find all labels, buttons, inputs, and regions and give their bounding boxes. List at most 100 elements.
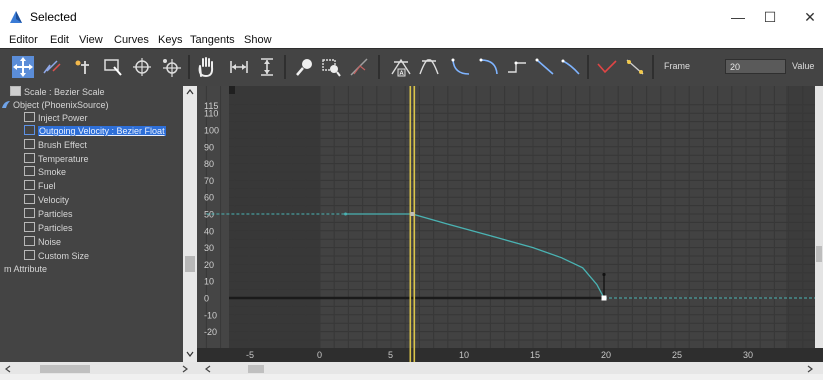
- x-tick-label: 25: [672, 350, 682, 360]
- track-icon: [24, 250, 35, 260]
- menu-bar: Editor Edit View Curves Keys Tangents Sh…: [0, 33, 823, 48]
- menu-editor[interactable]: Editor: [9, 34, 38, 46]
- maximize-button[interactable]: ☐: [750, 4, 790, 30]
- zoom-value-extents-icon[interactable]: [256, 56, 278, 78]
- slow-tangent-icon[interactable]: [478, 56, 500, 78]
- value-label: Value: [792, 61, 815, 71]
- tree-item-particles[interactable]: Particles: [24, 208, 73, 221]
- controller-tree: Scale : Bezier Scale Object (PhoenixSour…: [0, 86, 183, 362]
- step-tangent-icon[interactable]: [506, 56, 528, 78]
- insert-keys-icon[interactable]: [72, 56, 94, 78]
- auto-tangent-icon[interactable]: A: [390, 56, 412, 78]
- frame-input[interactable]: 20: [725, 59, 786, 74]
- scroll-up-icon[interactable]: [186, 89, 194, 95]
- window-title: Selected: [30, 10, 77, 24]
- active-range-region: [320, 86, 786, 348]
- tree-item-brush-effect[interactable]: Brush Effect: [24, 139, 87, 152]
- track-icon: [24, 166, 35, 176]
- x-tick-label: 30: [743, 350, 753, 360]
- x-tick-label: -5: [246, 350, 254, 360]
- menu-edit[interactable]: Edit: [50, 34, 69, 46]
- close-button[interactable]: ✕: [790, 4, 823, 30]
- x-tick-label: 5: [388, 350, 393, 360]
- menu-tangents[interactable]: Tangents: [190, 34, 235, 46]
- spline-tangent-icon[interactable]: [418, 56, 440, 78]
- frame-ruler: [197, 348, 823, 362]
- y-tick-label: 60: [204, 193, 214, 203]
- horizontal-scrollbar[interactable]: [0, 362, 823, 374]
- menu-view[interactable]: View: [79, 34, 103, 46]
- tree-scrollbar-thumb[interactable]: [40, 365, 90, 373]
- graph-vscroll-thumb[interactable]: [816, 246, 822, 262]
- key-marker[interactable]: [410, 212, 415, 216]
- tree-item-noise[interactable]: Noise: [24, 236, 61, 249]
- lock-tangents-icon[interactable]: [624, 56, 646, 78]
- scrollbar-thumb[interactable]: [185, 256, 195, 272]
- isolate-curve-icon[interactable]: [348, 56, 370, 78]
- curve-graph[interactable]: 115 110 100 90 80 70 60 50 40 30 20 10 0 -10 -20 -5 0 5 1…: [177, 86, 823, 362]
- y-tick-label: -10: [204, 310, 217, 320]
- graph-scroll-right-icon[interactable]: [807, 365, 813, 373]
- zoom-region-icon[interactable]: [320, 56, 342, 78]
- scale-track-icon: [10, 86, 21, 96]
- menu-curves[interactable]: Curves: [114, 34, 149, 46]
- track-icon: [24, 194, 35, 204]
- tree-item-outgoing-velocity[interactable]: Outgoing Velocity : Bezier Float: [24, 125, 166, 138]
- tree-item-attribute[interactable]: m Attribute: [4, 263, 47, 276]
- tree-item-temperature[interactable]: Temperature: [24, 153, 89, 166]
- y-tick-label: 90: [204, 142, 214, 152]
- graph-scrollbar-thumb[interactable]: [248, 365, 264, 373]
- navigation-marker: [229, 86, 235, 94]
- scroll-down-icon[interactable]: [186, 351, 194, 357]
- track-icon: [24, 112, 35, 122]
- app-icon: [10, 11, 22, 23]
- track-icon: [24, 236, 35, 246]
- scroll-left-icon[interactable]: [5, 365, 11, 373]
- track-icon: [24, 208, 35, 218]
- tree-scrollbar-graphic: [185, 89, 195, 357]
- frame-label: Frame: [664, 61, 691, 71]
- y-tick-label: 0: [204, 294, 209, 304]
- fast-tangent-icon[interactable]: [450, 56, 472, 78]
- title-bar: Selected — ☐ ✕: [0, 0, 823, 33]
- y-tick-label: 20: [204, 260, 214, 270]
- tree-vertical-scrollbar[interactable]: [183, 86, 197, 362]
- toolbar-separator: [587, 55, 589, 79]
- region-tool-icon[interactable]: [102, 56, 124, 78]
- scroll-right-icon[interactable]: [182, 365, 188, 373]
- graph-scroll-left-icon[interactable]: [205, 365, 211, 373]
- curve-graph-canvas[interactable]: 1151101009080706050403020100-10-20 -5 0 5 1…: [177, 86, 823, 362]
- menu-keys[interactable]: Keys: [158, 34, 182, 46]
- pan-icon[interactable]: [195, 56, 217, 78]
- retime-all-icon[interactable]: [160, 56, 182, 78]
- track-icon: [24, 180, 35, 190]
- y-tick-label: 30: [204, 243, 214, 253]
- toolbar-separator: [188, 55, 190, 79]
- y-tick-label: 100: [204, 126, 219, 136]
- object-icon: [2, 101, 10, 108]
- track-icon: [24, 222, 35, 232]
- tree-item-inject-power[interactable]: Inject Power: [24, 112, 88, 125]
- linear-tangent-icon[interactable]: [534, 56, 556, 78]
- show-tangents-icon[interactable]: [596, 56, 618, 78]
- y-tick-label: 80: [204, 159, 214, 169]
- tree-item-velocity[interactable]: Velocity: [24, 194, 69, 207]
- zoom-icon[interactable]: [294, 56, 316, 78]
- menu-show[interactable]: Show: [244, 34, 272, 46]
- tree-item-custom-size[interactable]: Custom Size: [24, 250, 89, 263]
- track-icon: [24, 125, 35, 135]
- draw-curves-icon[interactable]: [41, 56, 63, 78]
- tree-item-smoke[interactable]: Smoke: [24, 166, 66, 179]
- key-marker-selected[interactable]: [601, 295, 607, 301]
- horizontal-scrollbar-graphic: [5, 365, 813, 373]
- retime-tool-icon[interactable]: [131, 56, 153, 78]
- graph-vertical-scrollbar[interactable]: [815, 86, 823, 348]
- tree-item-particles-2[interactable]: Particles: [24, 222, 73, 235]
- smooth-tangent-icon[interactable]: [560, 56, 582, 78]
- move-keys-icon[interactable]: [12, 56, 34, 78]
- toolbar-separator: [652, 55, 654, 79]
- zoom-horizontal-extents-icon[interactable]: [228, 56, 250, 78]
- tree-item-fuel[interactable]: Fuel: [24, 180, 56, 193]
- tree-item-scale[interactable]: Scale : Bezier Scale: [10, 86, 105, 99]
- tree-item-object[interactable]: Object (PhoenixSource): [1, 99, 109, 112]
